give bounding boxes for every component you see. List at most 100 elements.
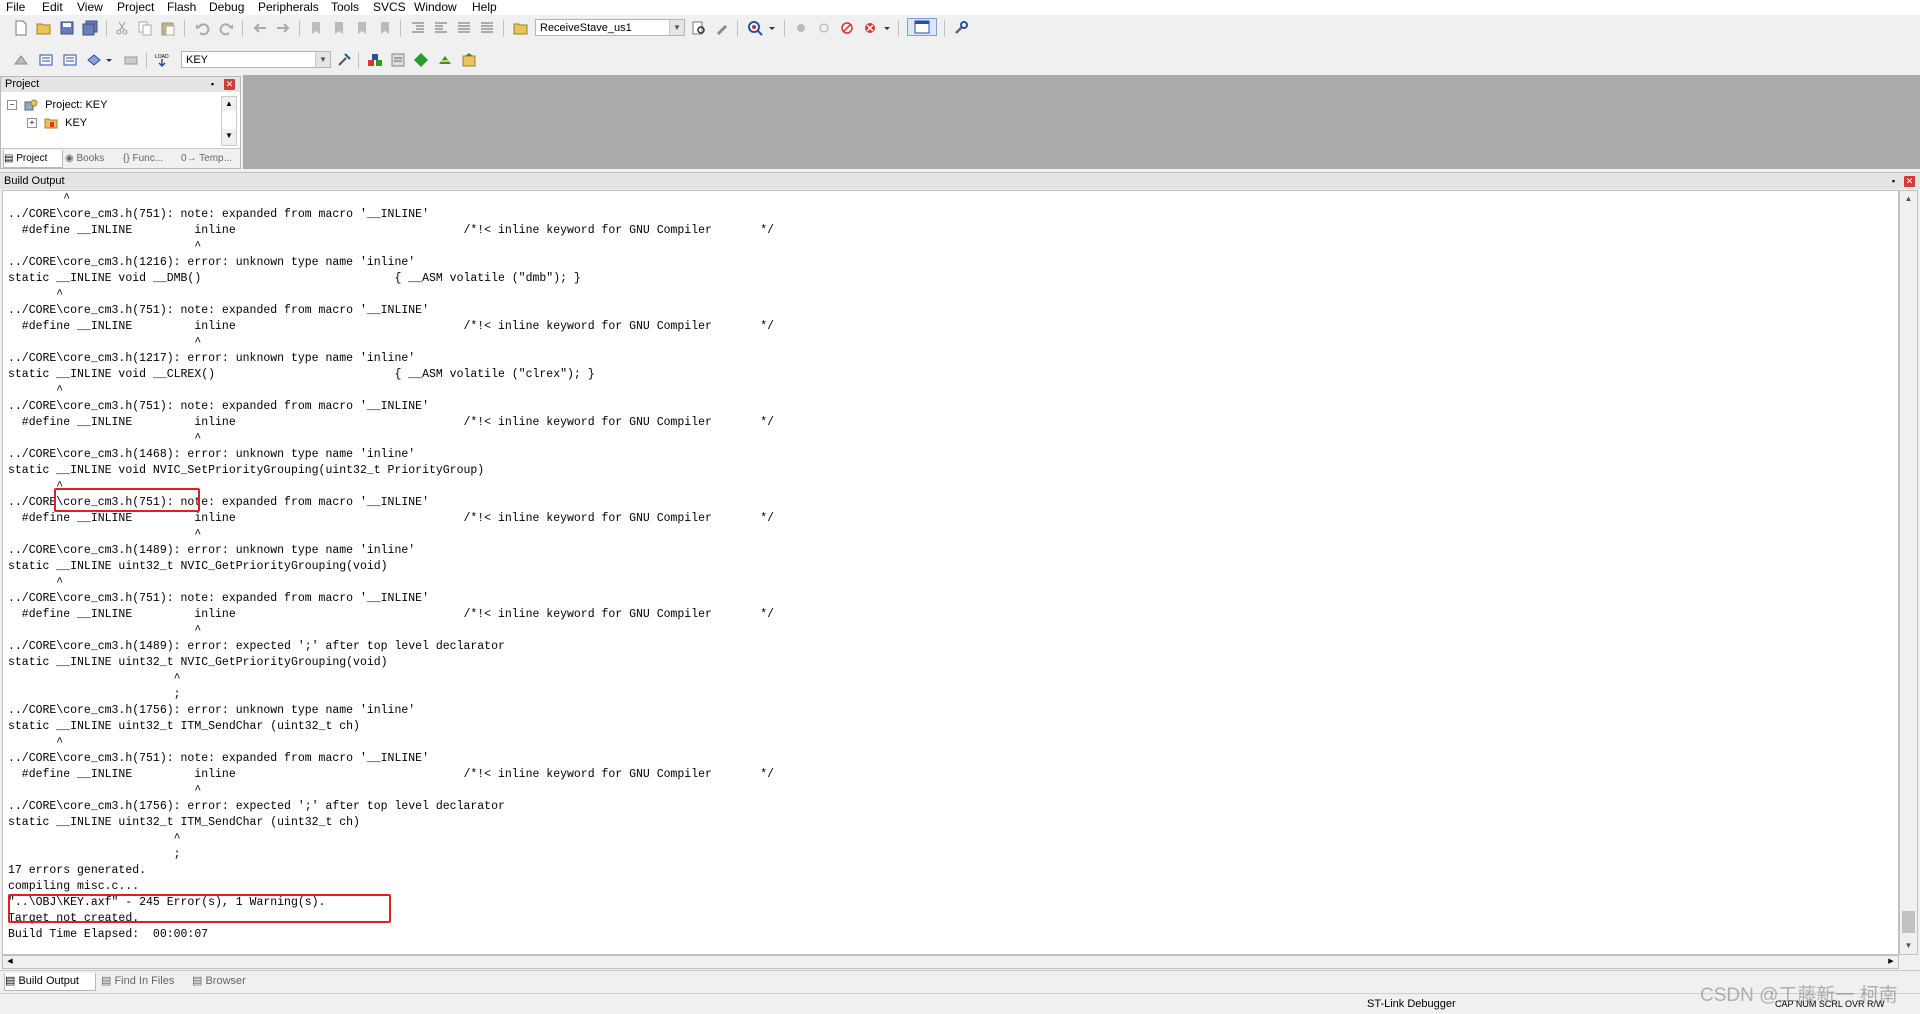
tree-item-label: Project: KEY (45, 99, 108, 111)
menu-debug[interactable]: Debug (209, 0, 244, 14)
rebuild-icon[interactable] (61, 51, 79, 69)
expand-icon[interactable]: + (27, 118, 37, 129)
toolbar-separator (299, 20, 300, 37)
menu-flash[interactable]: Flash (167, 0, 196, 14)
save-all-icon[interactable] (81, 19, 99, 37)
comment-icon[interactable] (455, 19, 473, 37)
save-icon[interactable] (58, 19, 76, 37)
breakpoint-disable-icon[interactable] (838, 19, 856, 37)
find-in-files-icon[interactable] (690, 19, 708, 37)
navigate-back-icon[interactable] (251, 19, 269, 37)
cut-icon[interactable] (113, 19, 131, 37)
open-file-dropdown-icon[interactable] (512, 19, 530, 37)
toolbar-separator (944, 20, 945, 37)
tab-books[interactable]: ◉ Books (65, 150, 117, 167)
bottom-tabs: ▤ Build Output ▤ Find In Files ▤ Browser (0, 970, 1920, 993)
browser-tab-icon: ▤ (192, 975, 206, 987)
scroll-up-icon[interactable]: ▲ (1900, 191, 1917, 207)
batch-build-icon[interactable] (85, 51, 103, 69)
scroll-thumb[interactable] (1902, 911, 1915, 933)
open-file-icon[interactable] (35, 19, 53, 37)
paste-icon[interactable] (159, 19, 177, 37)
manage-components-icon[interactable] (366, 51, 384, 69)
select-pack-icon[interactable] (389, 51, 407, 69)
incremental-find-icon[interactable] (713, 19, 731, 37)
toolbar-separator (242, 20, 243, 37)
chevron-down-icon[interactable] (767, 19, 777, 37)
tab-project[interactable]: ▤ Project (3, 150, 63, 168)
scroll-right-icon[interactable]: ▶ (1884, 956, 1898, 968)
collapse-icon[interactable]: − (7, 100, 17, 111)
find-in-files-tab-icon: ▤ (101, 975, 115, 987)
build-output-horizontal-scrollbar[interactable]: ◀ ▶ (2, 955, 1899, 969)
scroll-down-icon[interactable]: ▼ (222, 129, 236, 143)
manage-run-time-icon[interactable] (436, 51, 454, 69)
new-file-icon[interactable] (12, 19, 30, 37)
toolbar-separator (737, 20, 738, 37)
prev-bookmark-icon[interactable] (330, 19, 348, 37)
scroll-left-icon[interactable]: ◀ (3, 956, 17, 968)
breakpoint-kill-icon[interactable] (861, 19, 879, 37)
breakpoint-enable-icon[interactable] (815, 19, 833, 37)
tab-browser[interactable]: ▤ Browser (192, 973, 262, 990)
tree-item-project[interactable]: − Project: KEY (7, 97, 107, 113)
tab-templates[interactable]: 0→ Temp... (181, 150, 239, 167)
configure-icon[interactable] (952, 19, 970, 37)
stop-build-icon[interactable] (122, 51, 140, 69)
menu-file[interactable]: File (6, 0, 25, 14)
build-output-vertical-scrollbar[interactable]: ▲ ▼ (1899, 190, 1918, 955)
breakpoint-insert-icon[interactable] (792, 19, 810, 37)
menu-tools[interactable]: Tools (331, 0, 359, 14)
redo-icon[interactable] (217, 19, 235, 37)
toolbar-separator (898, 20, 899, 37)
folder-icon (44, 117, 58, 129)
project-root-icon (24, 99, 38, 111)
pin-icon[interactable]: ▪ (207, 79, 218, 90)
find-combo[interactable]: ReceiveStave_us1 ▼ (535, 19, 685, 36)
chevron-down-icon[interactable]: ▼ (669, 20, 684, 35)
pack-installer-icon[interactable] (412, 51, 430, 69)
clear-bookmarks-icon[interactable] (376, 19, 394, 37)
pin-icon[interactable]: ▪ (1888, 176, 1899, 187)
menu-view[interactable]: View (77, 0, 103, 14)
bookmark-icon[interactable] (307, 19, 325, 37)
chevron-down-icon[interactable] (882, 19, 892, 37)
tab-find-in-files[interactable]: ▤ Find In Files (101, 973, 185, 990)
translate-icon[interactable] (12, 51, 30, 69)
build-output-window[interactable]: ^ ../CORE\core_cm3.h(751): note: expande… (2, 190, 1899, 955)
chevron-down-icon[interactable] (104, 51, 114, 69)
build-output-text: ^ ../CORE\core_cm3.h(751): note: expande… (8, 192, 775, 941)
navigate-forward-icon[interactable] (274, 19, 292, 37)
tree-item-key-target[interactable]: + KEY (27, 115, 87, 131)
project-scrollbar[interactable]: ▲ ▼ (221, 96, 237, 146)
menu-window[interactable]: Window (414, 0, 457, 14)
undo-icon[interactable] (194, 19, 212, 37)
books-tab-icon: ◉ (65, 153, 77, 164)
unindent-icon[interactable] (432, 19, 450, 37)
scroll-down-icon[interactable]: ▼ (1900, 938, 1917, 954)
copy-icon[interactable] (136, 19, 154, 37)
uncomment-icon[interactable] (478, 19, 496, 37)
menu-edit[interactable]: Edit (42, 0, 63, 14)
close-icon[interactable]: ✕ (224, 79, 235, 90)
window-layout-icon[interactable] (907, 18, 937, 36)
indent-icon[interactable] (409, 19, 427, 37)
build-icon[interactable] (37, 51, 55, 69)
debug-session-icon[interactable] (746, 19, 764, 37)
menu-help[interactable]: Help (472, 0, 497, 14)
menu-peripherals[interactable]: Peripherals (258, 0, 319, 14)
software-packs-icon[interactable] (460, 51, 478, 69)
project-tab-icon: ▤ (4, 153, 17, 164)
toolbar-separator (106, 20, 107, 37)
download-icon[interactable]: LOAD (153, 51, 171, 69)
target-options-icon[interactable] (335, 51, 353, 69)
close-icon[interactable]: ✕ (1904, 176, 1915, 187)
menu-project[interactable]: Project (117, 0, 154, 14)
next-bookmark-icon[interactable] (353, 19, 371, 37)
target-combo[interactable]: KEY ▼ (181, 51, 331, 68)
scroll-up-icon[interactable]: ▲ (222, 97, 236, 111)
chevron-down-icon[interactable]: ▼ (315, 52, 330, 67)
tab-build-output[interactable]: ▤ Build Output (4, 973, 96, 991)
menu-svcs[interactable]: SVCS (373, 0, 406, 14)
tab-functions[interactable]: {} Func... (123, 150, 179, 167)
